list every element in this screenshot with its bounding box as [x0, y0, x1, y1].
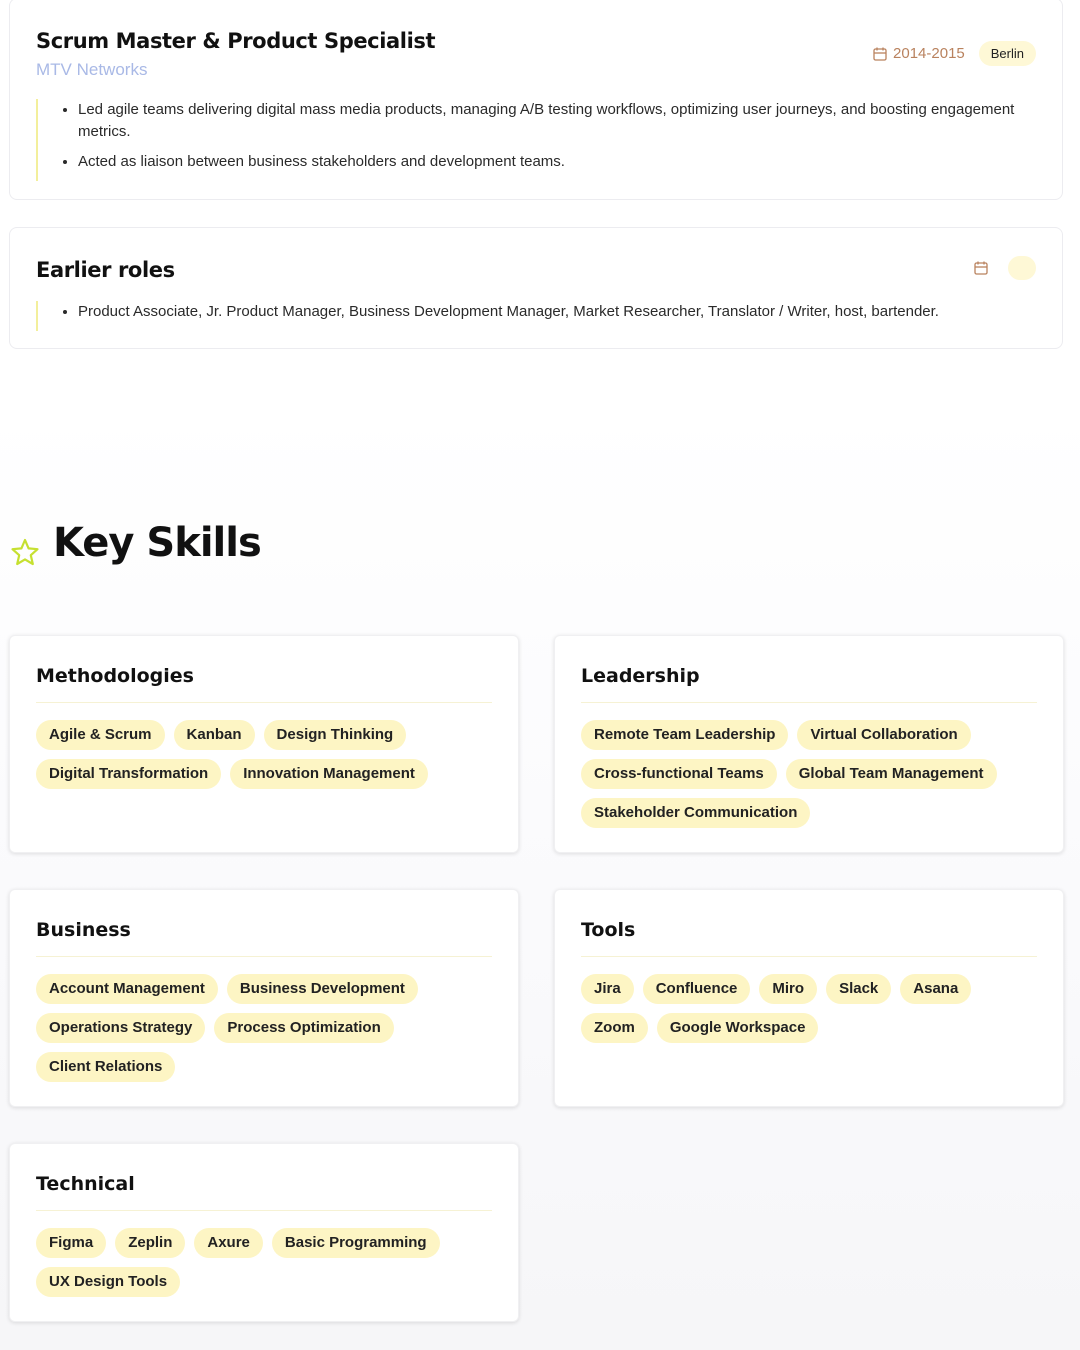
skill-chips: Account Management Business Development Op…: [36, 974, 498, 1082]
role-meta: [973, 256, 1036, 280]
skill-chip: Client Relations: [36, 1052, 176, 1082]
role-title: Scrum Master & Product Specialist: [36, 29, 436, 53]
skill-chips: Figma Zeplin Axure Basic Programming UX Desi…: [36, 1228, 498, 1297]
skill-card-leadership: Leadership Remote Team Leadership Virtual…: [554, 635, 1064, 853]
location-badge: Berlin: [978, 41, 1036, 66]
section-heading: Key Skills: [9, 518, 262, 568]
list-item: Led agile teams delivering digital mass …: [78, 99, 1022, 143]
role-title: Earlier roles: [36, 258, 175, 282]
skill-chip: Virtual Collaboration: [797, 720, 971, 750]
skill-card-title: Business: [36, 919, 131, 941]
company-name: MTV Networks: [36, 60, 148, 79]
skill-chips: Agile & Scrum Kanban Design Thinking Digita…: [36, 720, 498, 789]
divider: [581, 702, 1037, 703]
divider: [36, 702, 492, 703]
skill-chip: Design Thinking: [263, 720, 407, 750]
skill-chip: Basic Programming: [271, 1228, 440, 1258]
skill-chip: Remote Team Leadership: [581, 720, 789, 750]
divider: [36, 1210, 492, 1211]
skill-chip: Operations Strategy: [36, 1013, 206, 1043]
role-bullets: Led agile teams delivering digital mass …: [36, 99, 1022, 181]
calendar-icon: [873, 47, 887, 61]
role-dates: 2014-2015: [872, 45, 965, 62]
skill-chip: UX Design Tools: [36, 1267, 181, 1297]
skill-chip: Account Management: [36, 974, 218, 1004]
skill-card-title: Methodologies: [36, 665, 194, 687]
skill-card-title: Technical: [36, 1173, 135, 1195]
skill-chip: Innovation Management: [230, 759, 428, 789]
skill-card-methodologies: Methodologies Agile & Scrum Kanban Design …: [9, 635, 519, 853]
calendar-icon: [974, 261, 988, 275]
skill-chip: Figma: [36, 1228, 107, 1258]
skill-chip: Zoom: [581, 1013, 648, 1043]
skill-chip: Kanban: [173, 720, 255, 750]
skill-card-title: Leadership: [581, 665, 700, 687]
section-title: Key Skills: [53, 520, 262, 566]
skill-chip: Stakeholder Communication: [581, 798, 811, 828]
skill-chip: Agile & Scrum: [36, 720, 165, 750]
skill-chip: Digital Transformation: [36, 759, 222, 789]
skill-card-business: Business Account Management Business Deve…: [9, 889, 519, 1107]
skill-chip: Cross-functional Teams: [581, 759, 777, 789]
role-dates: [973, 260, 994, 276]
location-badge: [1008, 256, 1036, 280]
skill-chips: Jira Confluence Miro Slack Asana Zoom Google W…: [581, 974, 1043, 1043]
skill-chip: Confluence: [642, 974, 751, 1004]
date-text: 2014-2015: [893, 45, 965, 62]
skill-chip: Business Development: [226, 974, 418, 1004]
skill-chips: Remote Team Leadership Virtual Collaborat…: [581, 720, 1043, 828]
skill-chip: Global Team Management: [785, 759, 997, 789]
experience-card: Earlier roles Product Associate, Jr. Pro…: [9, 227, 1063, 349]
skill-chip: Process Optimization: [214, 1013, 394, 1043]
divider: [36, 956, 492, 957]
skill-card-tools: Tools Jira Confluence Miro Slack Asana Zoom Go…: [554, 889, 1064, 1107]
skill-chip: Google Workspace: [656, 1013, 819, 1043]
divider: [581, 956, 1037, 957]
list-item: Product Associate, Jr. Product Manager, …: [78, 301, 1022, 323]
role-meta: 2014-2015 Berlin: [872, 41, 1036, 66]
skill-chip: Slack: [826, 974, 892, 1004]
experience-card: Scrum Master & Product Specialist MTV Ne…: [9, 0, 1063, 200]
skill-chip: Miro: [759, 974, 818, 1004]
list-item: Acted as liaison between business stakeh…: [78, 151, 1022, 173]
star-icon: [11, 538, 39, 566]
skill-chip: Zeplin: [115, 1228, 186, 1258]
skill-chip: Asana: [900, 974, 972, 1004]
skill-card-technical: Technical Figma Zeplin Axure Basic Programm…: [9, 1143, 519, 1322]
role-bullets: Product Associate, Jr. Product Manager, …: [36, 301, 1022, 331]
skill-chip: Jira: [581, 974, 634, 1004]
skill-card-title: Tools: [581, 919, 636, 941]
skill-chip: Axure: [194, 1228, 263, 1258]
